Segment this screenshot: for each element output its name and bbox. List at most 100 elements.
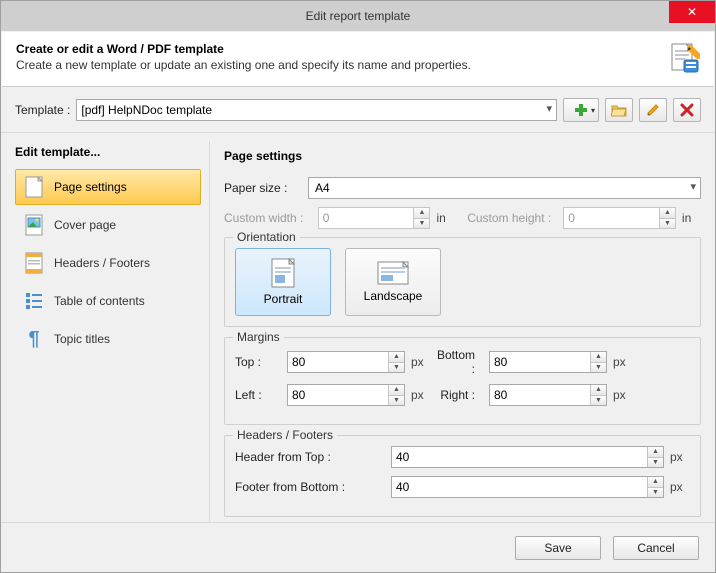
- margin-bottom-label: Bottom :: [437, 348, 483, 376]
- sidebar-item-cover-page[interactable]: Cover page: [15, 207, 201, 243]
- landscape-page-icon: [377, 261, 409, 285]
- margin-bottom-unit: px: [613, 355, 633, 369]
- orientation-landscape-button[interactable]: Landscape: [345, 248, 441, 316]
- edit-template-button[interactable]: [639, 98, 667, 122]
- delete-template-button[interactable]: [673, 98, 701, 122]
- custom-width-input: ▲▼: [318, 207, 431, 229]
- chevron-down-icon[interactable]: ▼: [389, 396, 404, 406]
- orientation-legend: Orientation: [233, 230, 300, 244]
- chevron-up-icon: ▲: [414, 208, 429, 219]
- close-icon: ✕: [687, 5, 697, 19]
- margin-right-unit: px: [613, 388, 633, 402]
- chevron-up-icon[interactable]: ▲: [648, 477, 663, 488]
- headers-footers-fieldset: Headers / Footers Header from Top : ▲▼ p…: [224, 435, 701, 517]
- custom-size-row: Custom width : ▲▼ in Custom height : ▲▼ …: [224, 207, 701, 229]
- margin-top-unit: px: [411, 355, 431, 369]
- chevron-up-icon[interactable]: ▲: [591, 385, 606, 396]
- custom-height-unit: in: [682, 211, 701, 225]
- sidebar: Edit template... Page settings Cover pag…: [15, 141, 210, 522]
- orientation-portrait-button[interactable]: Portrait: [235, 248, 331, 316]
- orientation-label: Landscape: [364, 289, 423, 303]
- plus-icon: [574, 103, 588, 117]
- margin-top-input[interactable]: ▲▼: [287, 351, 405, 373]
- header-from-top-unit: px: [670, 450, 690, 464]
- template-selector-row: Template : [pdf] HelpNDoc template: [1, 88, 715, 133]
- pencil-icon: [646, 103, 660, 117]
- margins-fieldset: Margins Top : ▲▼ px Bottom : ▲▼ px: [224, 337, 701, 425]
- open-folder-icon: [611, 103, 627, 117]
- margin-right-field[interactable]: [490, 385, 606, 405]
- delete-icon: [680, 103, 694, 117]
- custom-width-unit: in: [436, 211, 455, 225]
- template-selected-value: [pdf] HelpNDoc template: [81, 103, 212, 117]
- margins-legend: Margins: [233, 330, 284, 344]
- chevron-up-icon[interactable]: ▲: [389, 385, 404, 396]
- dialog-body: Edit template... Page settings Cover pag…: [1, 133, 715, 522]
- new-template-button[interactable]: [563, 98, 599, 122]
- margin-top-label: Top :: [235, 355, 281, 369]
- custom-width-label: Custom width :: [224, 211, 312, 225]
- orientation-label: Portrait: [264, 292, 303, 306]
- page-icon: [24, 176, 44, 198]
- custom-height-label: Custom height :: [462, 211, 558, 225]
- orientation-fieldset: Orientation Portrait Landscape: [224, 237, 701, 327]
- header-title: Create or edit a Word / PDF template: [16, 42, 660, 56]
- sidebar-title: Edit template...: [15, 145, 201, 159]
- close-button[interactable]: ✕: [669, 1, 715, 23]
- margin-right-label: Right :: [437, 388, 483, 402]
- template-label: Template :: [15, 103, 70, 117]
- paper-size-value: A4: [315, 181, 330, 195]
- chevron-up-icon[interactable]: ▲: [648, 447, 663, 458]
- margin-left-field[interactable]: [288, 385, 404, 405]
- window-title: Edit report template: [1, 9, 715, 23]
- chevron-down-icon[interactable]: ▼: [648, 488, 663, 498]
- chevron-down-icon[interactable]: ▼: [389, 363, 404, 373]
- header-panel: Create or edit a Word / PDF template Cre…: [2, 32, 714, 87]
- sidebar-item-page-settings[interactable]: Page settings: [15, 169, 201, 205]
- chevron-up-icon[interactable]: ▲: [591, 352, 606, 363]
- open-template-button[interactable]: [605, 98, 633, 122]
- template-page-icon: [668, 42, 700, 74]
- sidebar-item-table-of-contents[interactable]: Table of contents: [15, 283, 201, 319]
- spin-buttons: ▲▼: [659, 208, 675, 228]
- content-title: Page settings: [224, 149, 701, 163]
- template-dropdown[interactable]: [pdf] HelpNDoc template: [76, 99, 557, 121]
- footer-from-bottom-input[interactable]: ▲▼: [391, 476, 664, 498]
- header-from-top-field[interactable]: [392, 447, 663, 467]
- content-panel: Page settings Paper size : A4 Custom wid…: [210, 141, 701, 522]
- header-subtitle: Create a new template or update an exist…: [16, 58, 660, 72]
- margin-bottom-field[interactable]: [490, 352, 606, 372]
- chevron-down-icon[interactable]: ▼: [591, 363, 606, 373]
- cancel-button[interactable]: Cancel: [613, 536, 699, 560]
- margin-right-input[interactable]: ▲▼: [489, 384, 607, 406]
- spin-buttons: ▲▼: [413, 208, 429, 228]
- chevron-down-icon: ▼: [660, 219, 675, 229]
- sidebar-item-topic-titles[interactable]: ¶ Topic titles: [15, 321, 201, 357]
- image-page-icon: [24, 214, 44, 236]
- sidebar-item-label: Page settings: [54, 180, 127, 194]
- header-from-top-input[interactable]: ▲▼: [391, 446, 664, 468]
- sidebar-item-label: Table of contents: [54, 294, 145, 308]
- chevron-up-icon[interactable]: ▲: [389, 352, 404, 363]
- header-from-top-label: Header from Top :: [235, 450, 385, 464]
- footer-from-bottom-field[interactable]: [392, 477, 663, 497]
- margin-left-unit: px: [411, 388, 431, 402]
- margin-bottom-input[interactable]: ▲▼: [489, 351, 607, 373]
- chevron-down-icon[interactable]: ▼: [648, 458, 663, 468]
- custom-height-input: ▲▼: [563, 207, 676, 229]
- dialog-footer: Save Cancel: [1, 522, 715, 572]
- paper-size-select[interactable]: A4: [308, 177, 701, 199]
- chevron-down-icon[interactable]: ▼: [591, 396, 606, 406]
- title-bar: Edit report template ✕: [1, 1, 715, 31]
- save-button[interactable]: Save: [515, 536, 601, 560]
- sidebar-item-headers-footers[interactable]: Headers / Footers: [15, 245, 201, 281]
- hf-icon: [24, 252, 44, 274]
- toc-icon: [24, 290, 44, 312]
- margin-left-input[interactable]: ▲▼: [287, 384, 405, 406]
- sidebar-item-label: Cover page: [54, 218, 116, 232]
- sidebar-item-label: Topic titles: [54, 332, 110, 346]
- paper-size-row: Paper size : A4: [224, 177, 701, 199]
- margin-top-field[interactable]: [288, 352, 404, 372]
- dialog-window: Edit report template ✕ Create or edit a …: [0, 0, 716, 573]
- margin-left-label: Left :: [235, 388, 281, 402]
